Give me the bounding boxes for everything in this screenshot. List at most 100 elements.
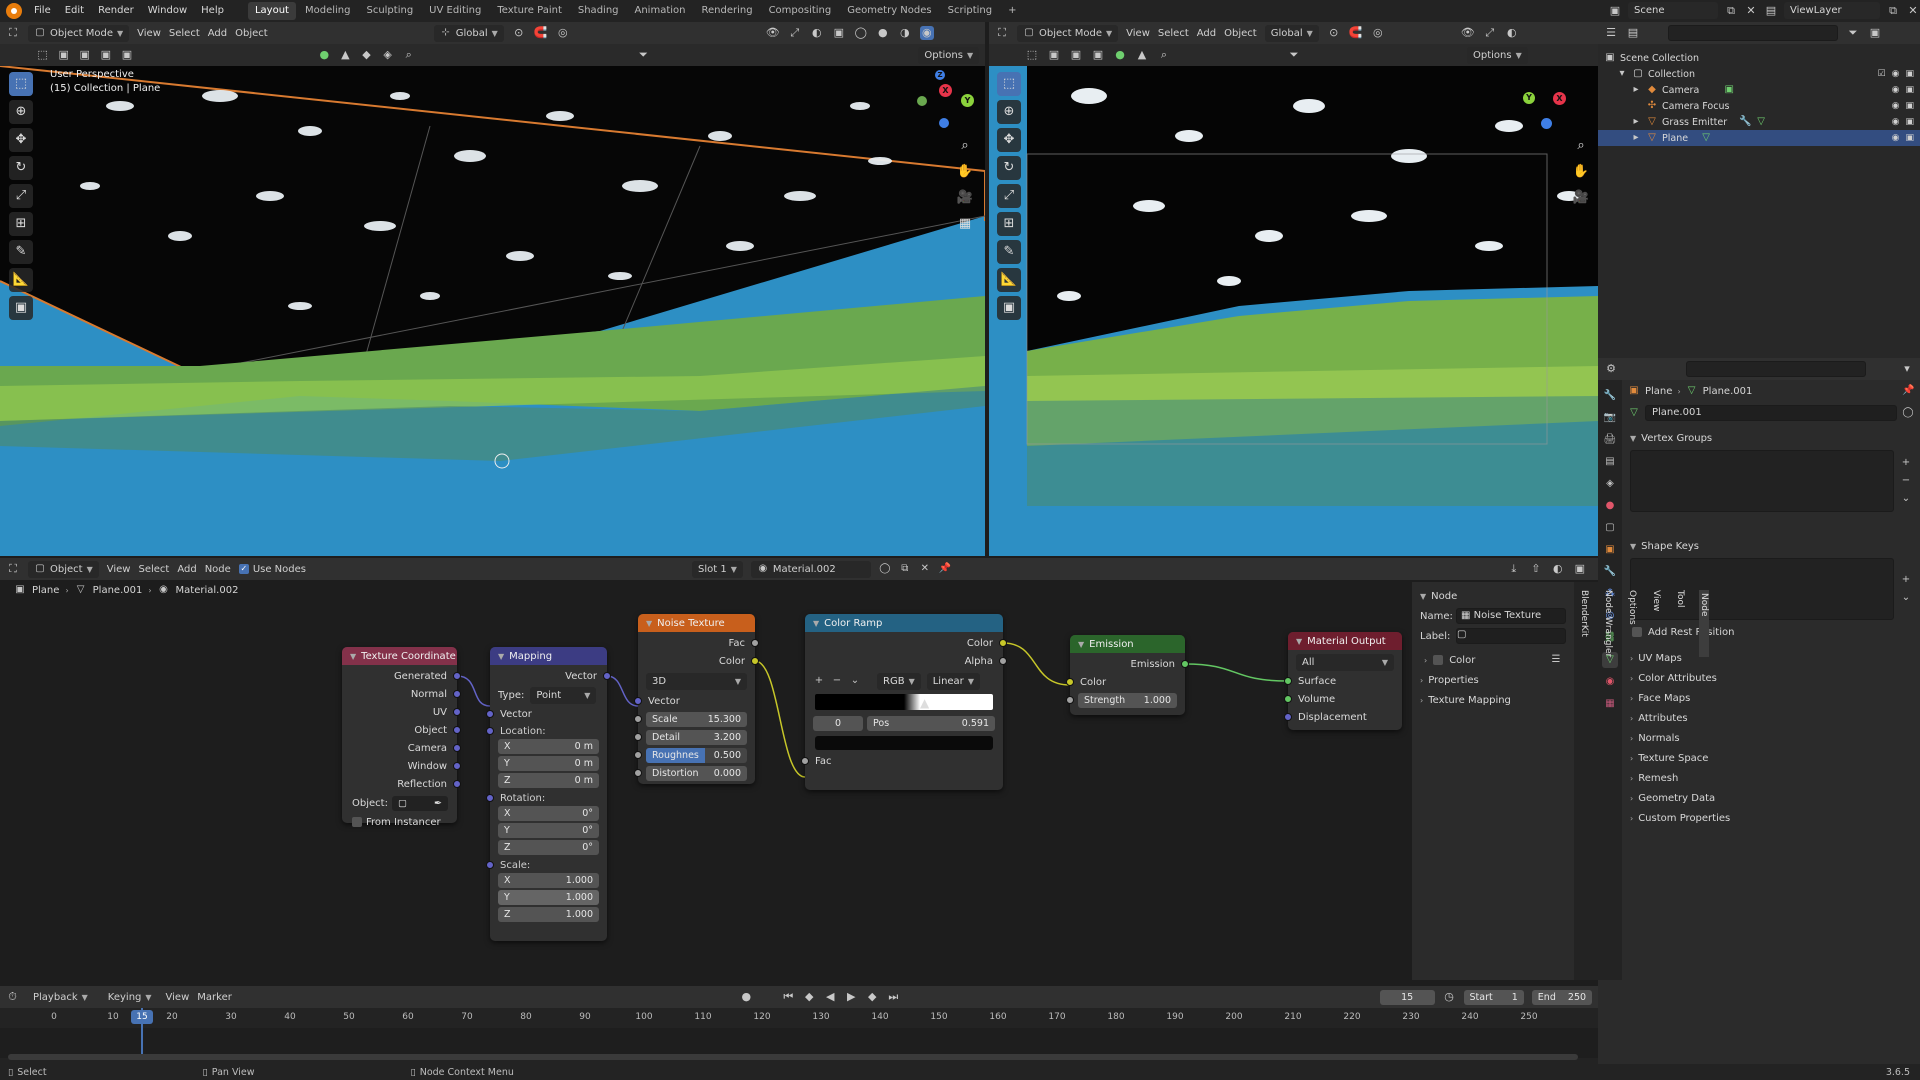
- collection-tab-icon[interactable]: ▢: [1602, 520, 1618, 536]
- emission-strength-field[interactable]: Strength 1.000: [1078, 692, 1177, 708]
- tab-texture-paint[interactable]: Texture Paint: [490, 2, 569, 20]
- rotate-tool-icon[interactable]: ↻: [9, 156, 33, 180]
- gizmo-toggle-icon[interactable]: ⤢: [1483, 26, 1497, 40]
- socket-reflection[interactable]: Reflection: [342, 775, 461, 793]
- socket-uv[interactable]: UV: [342, 703, 461, 721]
- socket-camera[interactable]: Camera: [342, 739, 461, 757]
- outliner-collection[interactable]: ▾ ▢ Collection ☑ ◉ ▣: [1598, 66, 1920, 82]
- node-texture-coordinate[interactable]: ▼ Texture Coordinate Generated Normal UV …: [342, 647, 461, 828]
- render-tab-icon[interactable]: 📷: [1602, 410, 1618, 426]
- node-emission[interactable]: ▼ Emission Emission Color Strength 1.000: [1066, 635, 1189, 715]
- unlink-x-icon[interactable]: ✕: [919, 563, 931, 575]
- add-icon[interactable]: +: [1900, 457, 1912, 469]
- playhead-frame-badge[interactable]: 15: [131, 1010, 153, 1024]
- measure-tool-icon[interactable]: 📐: [9, 268, 33, 292]
- measure-tool-icon[interactable]: 📐: [997, 268, 1021, 292]
- menu-render[interactable]: Render: [92, 0, 140, 22]
- node-color-checkbox[interactable]: [1433, 655, 1444, 665]
- object-picker-field[interactable]: ▢ ✒: [391, 795, 448, 811]
- eyedropper-icon[interactable]: ✒: [434, 798, 442, 809]
- tab-sculpting[interactable]: Sculpting: [359, 2, 420, 20]
- search-icon[interactable]: ⌕: [402, 48, 415, 62]
- ramp-stop-pos-field[interactable]: Pos 0.591: [867, 715, 995, 731]
- eye-icon[interactable]: ◉: [1892, 133, 1900, 143]
- rendered-shading-icon[interactable]: ◉: [919, 26, 934, 40]
- sidebar-tab-blenderkit[interactable]: BlenderKit: [1579, 590, 1589, 657]
- select-mode-new-icon[interactable]: ▣: [1047, 48, 1061, 62]
- output-target-dropdown[interactable]: All ▼: [1296, 653, 1394, 671]
- panel-custom-properties[interactable]: › Custom Properties: [1622, 808, 1920, 828]
- select-tool-icon[interactable]: ⬚: [997, 72, 1021, 96]
- jump-keyframe-back-icon[interactable]: ◆: [803, 990, 816, 1004]
- menu-edit[interactable]: Edit: [59, 0, 90, 22]
- mode-dropdown[interactable]: ▢ Object Mode ▼: [28, 24, 130, 42]
- panel-face-maps[interactable]: › Face Maps: [1622, 688, 1920, 708]
- from-instancer-checkbox[interactable]: [352, 817, 362, 827]
- menu-add[interactable]: Add: [1197, 28, 1216, 39]
- ortho-grid-icon[interactable]: ▦: [955, 214, 975, 234]
- color-ramp-gradient[interactable]: ▲: [815, 694, 993, 710]
- start-frame-field[interactable]: Start 1: [1463, 989, 1524, 1005]
- tab-animation[interactable]: Animation: [628, 2, 693, 20]
- editor-type-icon[interactable]: ⏱: [6, 990, 19, 1004]
- texture-tab-icon[interactable]: ▦: [1602, 696, 1618, 712]
- socket-noise-color[interactable]: Color: [638, 652, 759, 670]
- scale-tool-icon[interactable]: ⤢: [997, 184, 1021, 208]
- select-tool-icon[interactable]: ⬚: [9, 72, 33, 96]
- panel-normals[interactable]: › Normals: [1622, 728, 1920, 748]
- chevron-down-icon[interactable]: ▼: [813, 619, 819, 628]
- chevron-down-icon[interactable]: ▾: [1900, 362, 1914, 376]
- rotation-z-field[interactable]: Z 0°: [498, 840, 599, 855]
- options-dropdown[interactable]: Options ▼: [1467, 46, 1528, 64]
- cursor-tool-icon[interactable]: ⊕: [997, 100, 1021, 124]
- menu-marker[interactable]: Marker: [197, 992, 232, 1003]
- menu-add[interactable]: Add: [208, 28, 227, 39]
- noise-detail-field[interactable]: Detail 3.200: [646, 729, 747, 745]
- camera-render-icon[interactable]: ▣: [1905, 85, 1914, 95]
- select-mode-subtract-icon[interactable]: ▣: [1091, 48, 1105, 62]
- node-noise-texture[interactable]: ▼ Noise Texture Fac Color 3D ▼ Vector Scal…: [634, 614, 759, 784]
- timeline-area[interactable]: 0 10 20 30 40 50 60 70 80 90 100 110 120 130 140 150 160…: [0, 1008, 1598, 1064]
- remove-icon[interactable]: −: [1900, 475, 1912, 487]
- gizmo-neg-z-axis[interactable]: [939, 118, 949, 128]
- view-layer-tab-icon[interactable]: ▤: [1602, 454, 1618, 470]
- node-name-field[interactable]: ▦ Noise Texture: [1456, 608, 1566, 624]
- modifier-tab-icon[interactable]: 🔧: [1602, 564, 1618, 580]
- eye-icon[interactable]: ◉: [1892, 117, 1900, 127]
- jump-end-icon[interactable]: ⏭: [887, 990, 900, 1004]
- panel-remesh[interactable]: › Remesh: [1622, 768, 1920, 788]
- noise-distortion-field[interactable]: Distortion 0.000: [646, 765, 747, 781]
- eye-icon[interactable]: ◉: [1892, 69, 1900, 79]
- display-mode-icon[interactable]: ▤: [1626, 26, 1640, 40]
- pin-icon[interactable]: 📌: [1902, 385, 1914, 397]
- node-editor[interactable]: ▣ Plane › ▽ Plane.001 › ◉ Material.002 ▼…: [0, 580, 1598, 986]
- socket-normal[interactable]: Normal: [342, 685, 461, 703]
- pin-icon[interactable]: 📌: [939, 563, 951, 575]
- fake-user-shield-icon[interactable]: ◯: [879, 563, 891, 575]
- ramp-stop-color-swatch[interactable]: [815, 736, 993, 750]
- material-tab-icon[interactable]: ◉: [1602, 674, 1618, 690]
- menu-object[interactable]: Object: [235, 28, 268, 39]
- material-selector[interactable]: ◉ Material.002: [750, 560, 871, 578]
- viewport-left[interactable]: User Perspective (15) Collection | Plane…: [0, 66, 985, 556]
- menu-view[interactable]: View: [107, 564, 131, 575]
- sidebar-tab-node-wrangler[interactable]: Node Wrangler: [1603, 590, 1613, 657]
- panel-vertex-groups[interactable]: ▼ Vertex Groups: [1622, 428, 1920, 448]
- camera-render-icon[interactable]: ▣: [1905, 133, 1914, 143]
- cursor-tool-icon[interactable]: ⊕: [9, 100, 33, 124]
- tab-scripting[interactable]: Scripting: [941, 2, 999, 20]
- filter-icon[interactable]: ⏷: [1287, 48, 1301, 62]
- tab-rendering[interactable]: Rendering: [694, 2, 759, 20]
- location-y-field[interactable]: Y0 m: [498, 756, 599, 771]
- new-scene-icon[interactable]: ⧉: [1724, 4, 1738, 18]
- expand-right-icon[interactable]: ▸: [1630, 116, 1642, 128]
- menu-node[interactable]: Node: [205, 564, 231, 575]
- socket-noise-fac[interactable]: Fac: [638, 634, 759, 652]
- filter-mesh-icon[interactable]: ▲: [339, 48, 352, 62]
- jump-keyframe-forward-icon[interactable]: ◆: [866, 990, 879, 1004]
- fake-user-shield-icon[interactable]: ◯: [1902, 407, 1914, 419]
- record-icon[interactable]: ●: [740, 990, 753, 1004]
- socket-ramp-color[interactable]: Color: [805, 634, 1007, 652]
- orientation-dropdown[interactable]: Global ▼: [1264, 24, 1319, 42]
- world-tab-icon[interactable]: ●: [1602, 498, 1618, 514]
